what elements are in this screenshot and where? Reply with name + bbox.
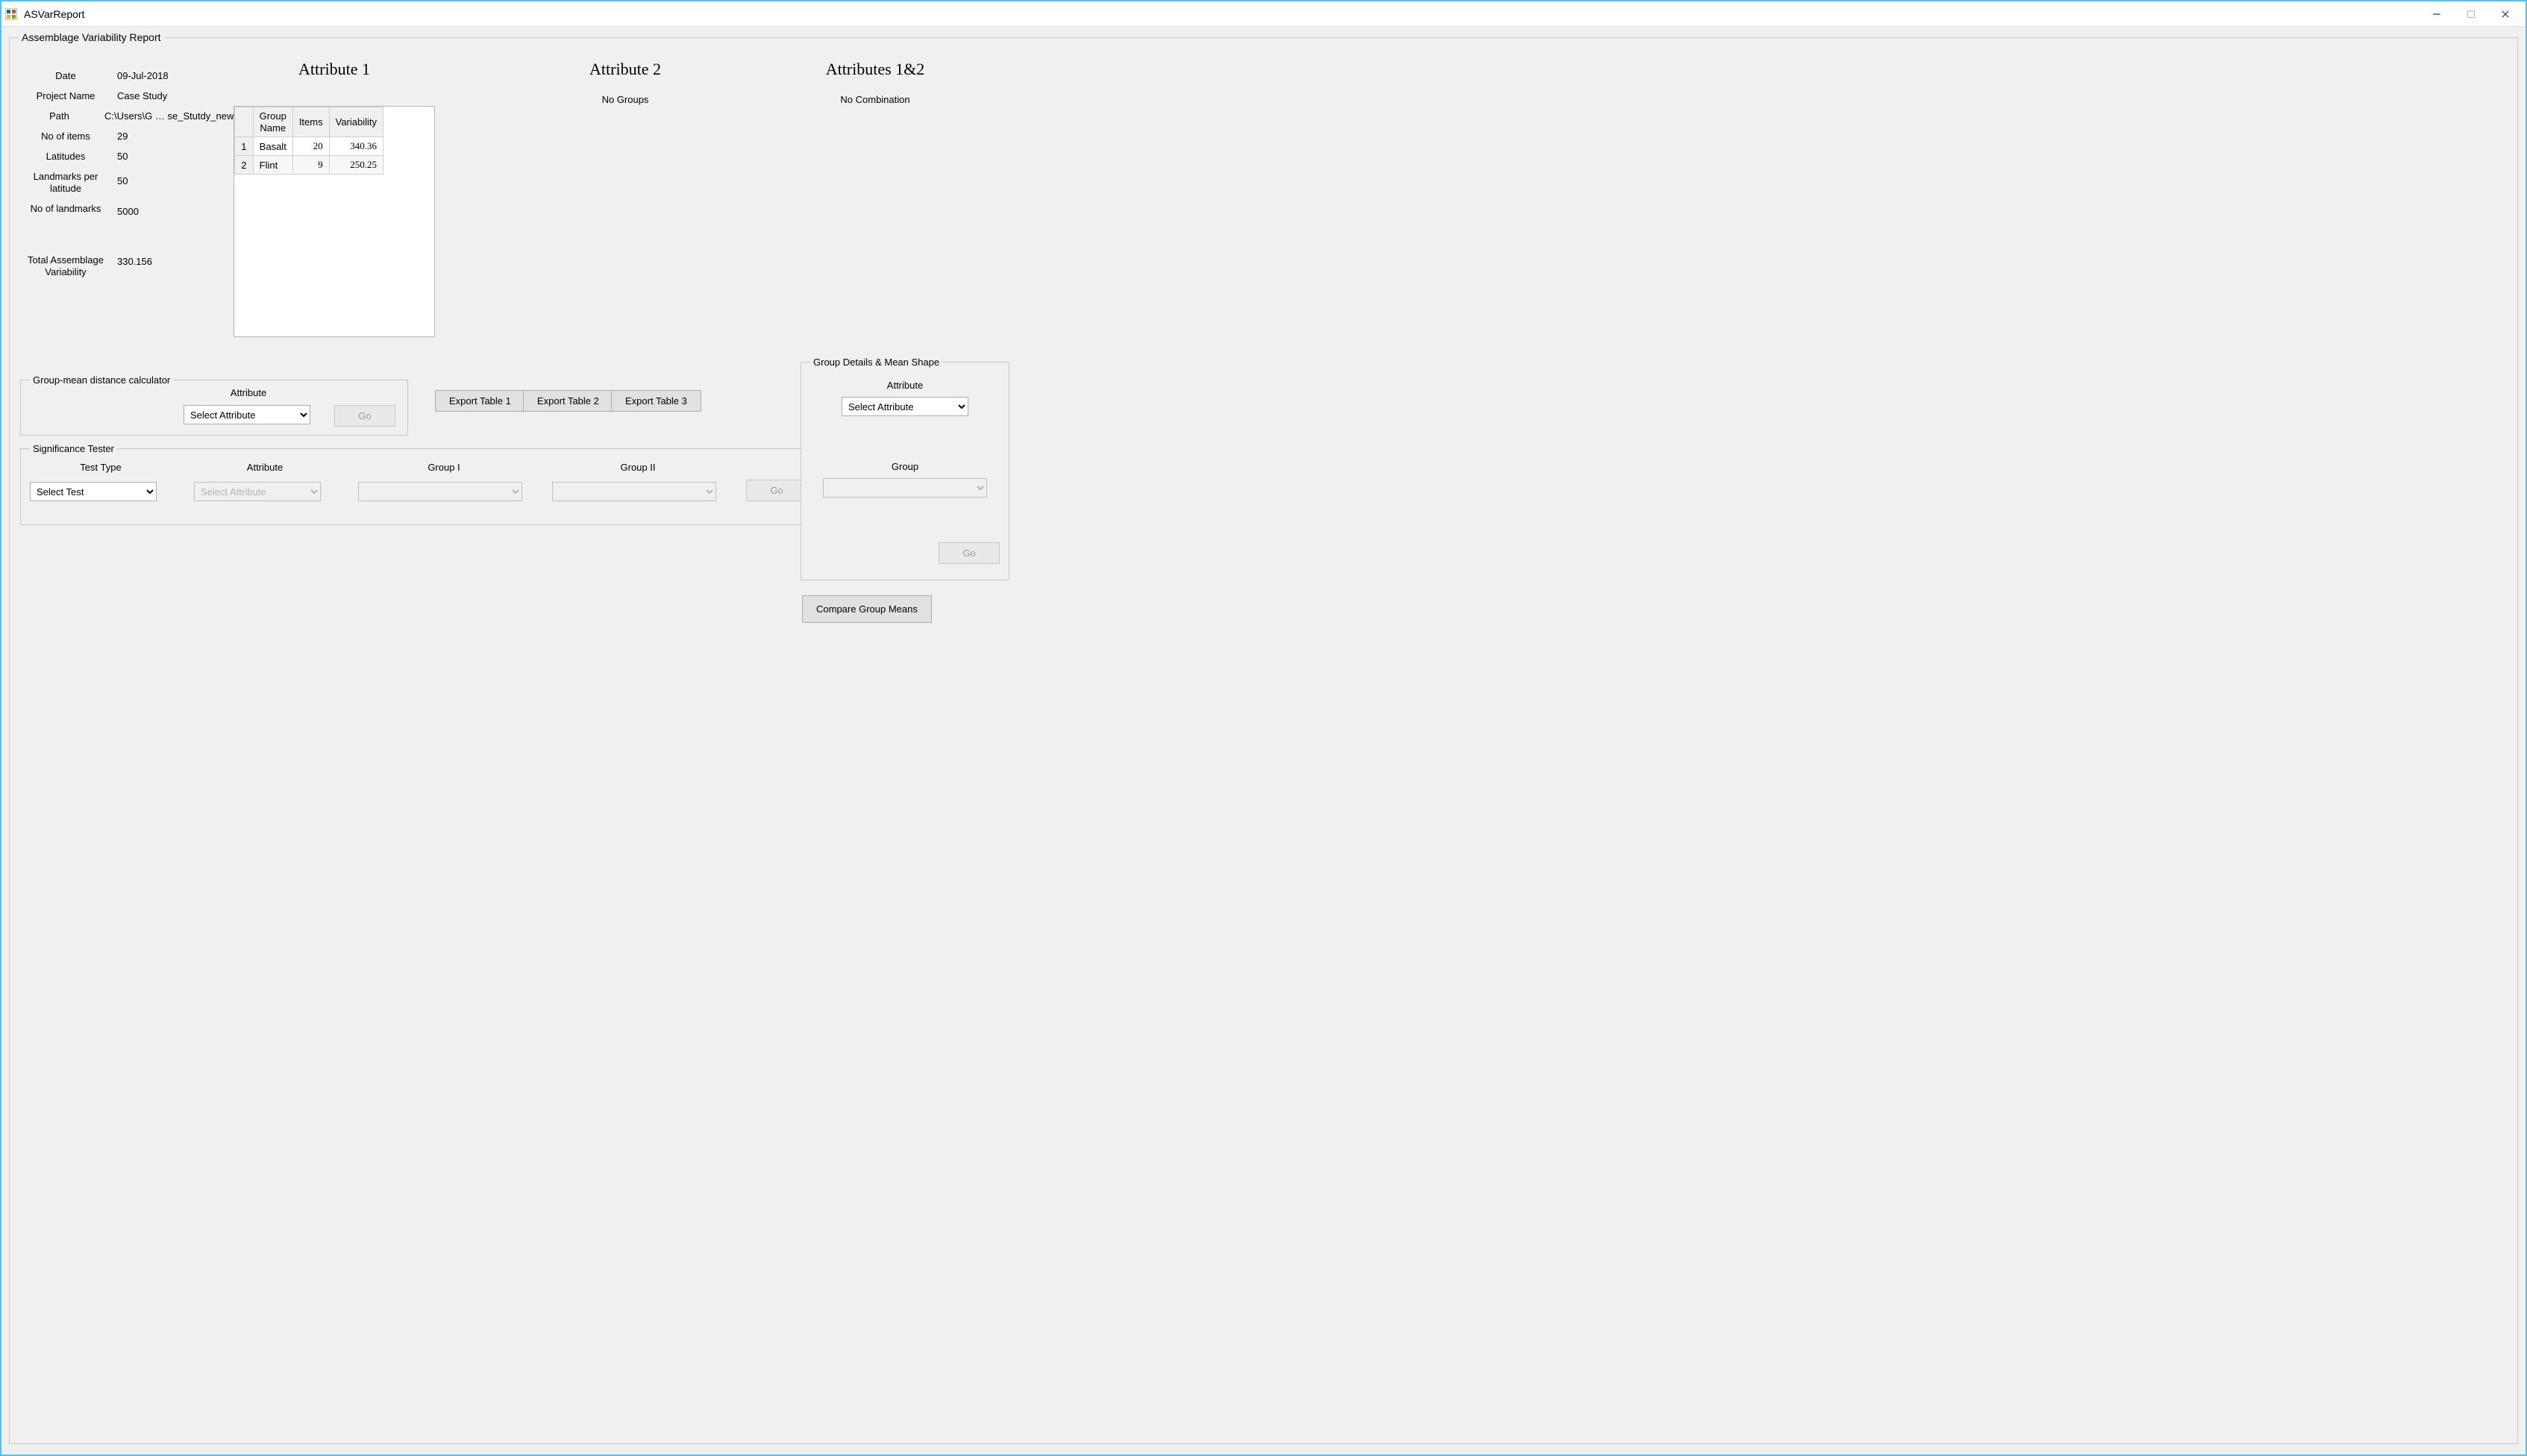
meta-project-label: Project Name bbox=[20, 90, 117, 101]
sig-panel: Significance Tester Test Type Select Tes… bbox=[20, 443, 817, 525]
minimize-button[interactable] bbox=[2420, 3, 2454, 25]
sig-go-button[interactable]: Go bbox=[746, 480, 807, 501]
meta-tav-label: Total Assemblage Variability bbox=[20, 254, 117, 277]
details-attr-select[interactable]: Select Attribute bbox=[842, 397, 968, 416]
meta-date-value: 09-Jul-2018 bbox=[117, 70, 169, 81]
meta-lmk-label: No of landmarks bbox=[20, 203, 117, 214]
attr1-col-items: Items bbox=[292, 107, 329, 137]
sig-attr-select[interactable]: Select Attribute bbox=[194, 482, 321, 501]
maximize-button[interactable] bbox=[2454, 3, 2488, 25]
meta-lat-label: Latitudes bbox=[20, 151, 117, 162]
close-button[interactable] bbox=[2488, 3, 2523, 25]
app-window: ASVarReport Assemblage Variability Repor… bbox=[0, 0, 2527, 1456]
meta-lpl-value: 50 bbox=[117, 171, 128, 186]
export-table-1-button[interactable]: Export Table 1 bbox=[435, 390, 525, 412]
attr1-table: Group Name Items Variability 1 Basalt 20… bbox=[234, 107, 383, 175]
details-group-label: Group bbox=[810, 461, 1000, 472]
attr1-title: Attribute 1 bbox=[234, 60, 435, 79]
gmdc-go-button[interactable]: Go bbox=[334, 405, 395, 427]
app-icon bbox=[4, 7, 18, 21]
gmdc-attr-select[interactable]: Select Attribute bbox=[184, 405, 310, 424]
export-table-2-button[interactable]: Export Table 2 bbox=[523, 390, 613, 412]
row-name: Flint bbox=[253, 156, 292, 175]
row-index: 1 bbox=[235, 137, 254, 156]
sig-attr-label: Attribute bbox=[194, 462, 336, 473]
row-var: 340.36 bbox=[329, 137, 383, 156]
sig-g2-label: Group II bbox=[552, 462, 724, 473]
sig-g2-select[interactable] bbox=[552, 482, 716, 501]
meta-lmk-value: 5000 bbox=[117, 203, 139, 217]
row-var: 250.25 bbox=[329, 156, 383, 175]
compare-group-means-button[interactable]: Compare Group Means bbox=[802, 595, 932, 623]
sig-test-label: Test Type bbox=[30, 462, 172, 473]
sig-legend: Significance Tester bbox=[30, 443, 117, 454]
client-area: Assemblage Variability Report Date09-Jul… bbox=[1, 27, 2526, 1455]
report-panel: Assemblage Variability Report Date09-Jul… bbox=[9, 31, 2518, 1444]
gmdc-panel: Group-mean distance calculator Attribute… bbox=[20, 374, 408, 436]
row-name: Basalt bbox=[253, 137, 292, 156]
meta-items-label: No of items bbox=[20, 131, 117, 142]
gmdc-legend: Group-mean distance calculator bbox=[30, 374, 173, 386]
sig-test-select[interactable]: Select Test bbox=[30, 482, 157, 501]
meta-lpl-label: Landmarks per latitude bbox=[20, 171, 117, 194]
row-index: 2 bbox=[235, 156, 254, 175]
metadata-block: Date09-Jul-2018 Project NameCase Study P… bbox=[20, 70, 237, 286]
attr1-table-wrap: Group Name Items Variability 1 Basalt 20… bbox=[234, 106, 435, 337]
meta-lat-value: 50 bbox=[117, 151, 128, 162]
sig-g1-label: Group I bbox=[358, 462, 530, 473]
meta-tav-value: 330.156 bbox=[117, 254, 152, 267]
table-row[interactable]: 1 Basalt 20 340.36 bbox=[235, 137, 383, 156]
details-panel: Group Details & Mean Shape Attribute Sel… bbox=[801, 357, 1009, 580]
table-row[interactable]: 2 Flint 9 250.25 bbox=[235, 156, 383, 175]
gmdc-attr-label: Attribute bbox=[185, 387, 312, 398]
meta-path-value: C:\Users\G … se_Stutdy_new\ bbox=[104, 110, 237, 122]
attr12-msg: No Combination bbox=[763, 94, 987, 105]
row-items: 9 bbox=[292, 156, 329, 175]
meta-date-label: Date bbox=[20, 70, 117, 81]
details-group-select[interactable] bbox=[823, 478, 987, 498]
meta-items-value: 29 bbox=[117, 131, 128, 142]
window-title: ASVarReport bbox=[24, 8, 84, 20]
attr1-col-group: Group Name bbox=[253, 107, 292, 137]
meta-path-label: Path bbox=[20, 110, 104, 122]
attr1-corner bbox=[235, 107, 254, 137]
report-legend: Assemblage Variability Report bbox=[19, 31, 164, 43]
titlebar: ASVarReport bbox=[1, 1, 2526, 27]
details-go-button[interactable]: Go bbox=[939, 542, 1000, 564]
export-table-3-button[interactable]: Export Table 3 bbox=[611, 390, 701, 412]
details-attr-label: Attribute bbox=[810, 380, 1000, 391]
attr2-title: Attribute 2 bbox=[524, 60, 726, 79]
attr12-title: Attributes 1&2 bbox=[763, 60, 987, 79]
row-items: 20 bbox=[292, 137, 329, 156]
attr2-msg: No Groups bbox=[524, 94, 726, 105]
sig-g1-select[interactable] bbox=[358, 482, 522, 501]
details-legend: Group Details & Mean Shape bbox=[810, 357, 942, 368]
meta-project-value: Case Study bbox=[117, 90, 167, 101]
attr1-col-var: Variability bbox=[329, 107, 383, 137]
